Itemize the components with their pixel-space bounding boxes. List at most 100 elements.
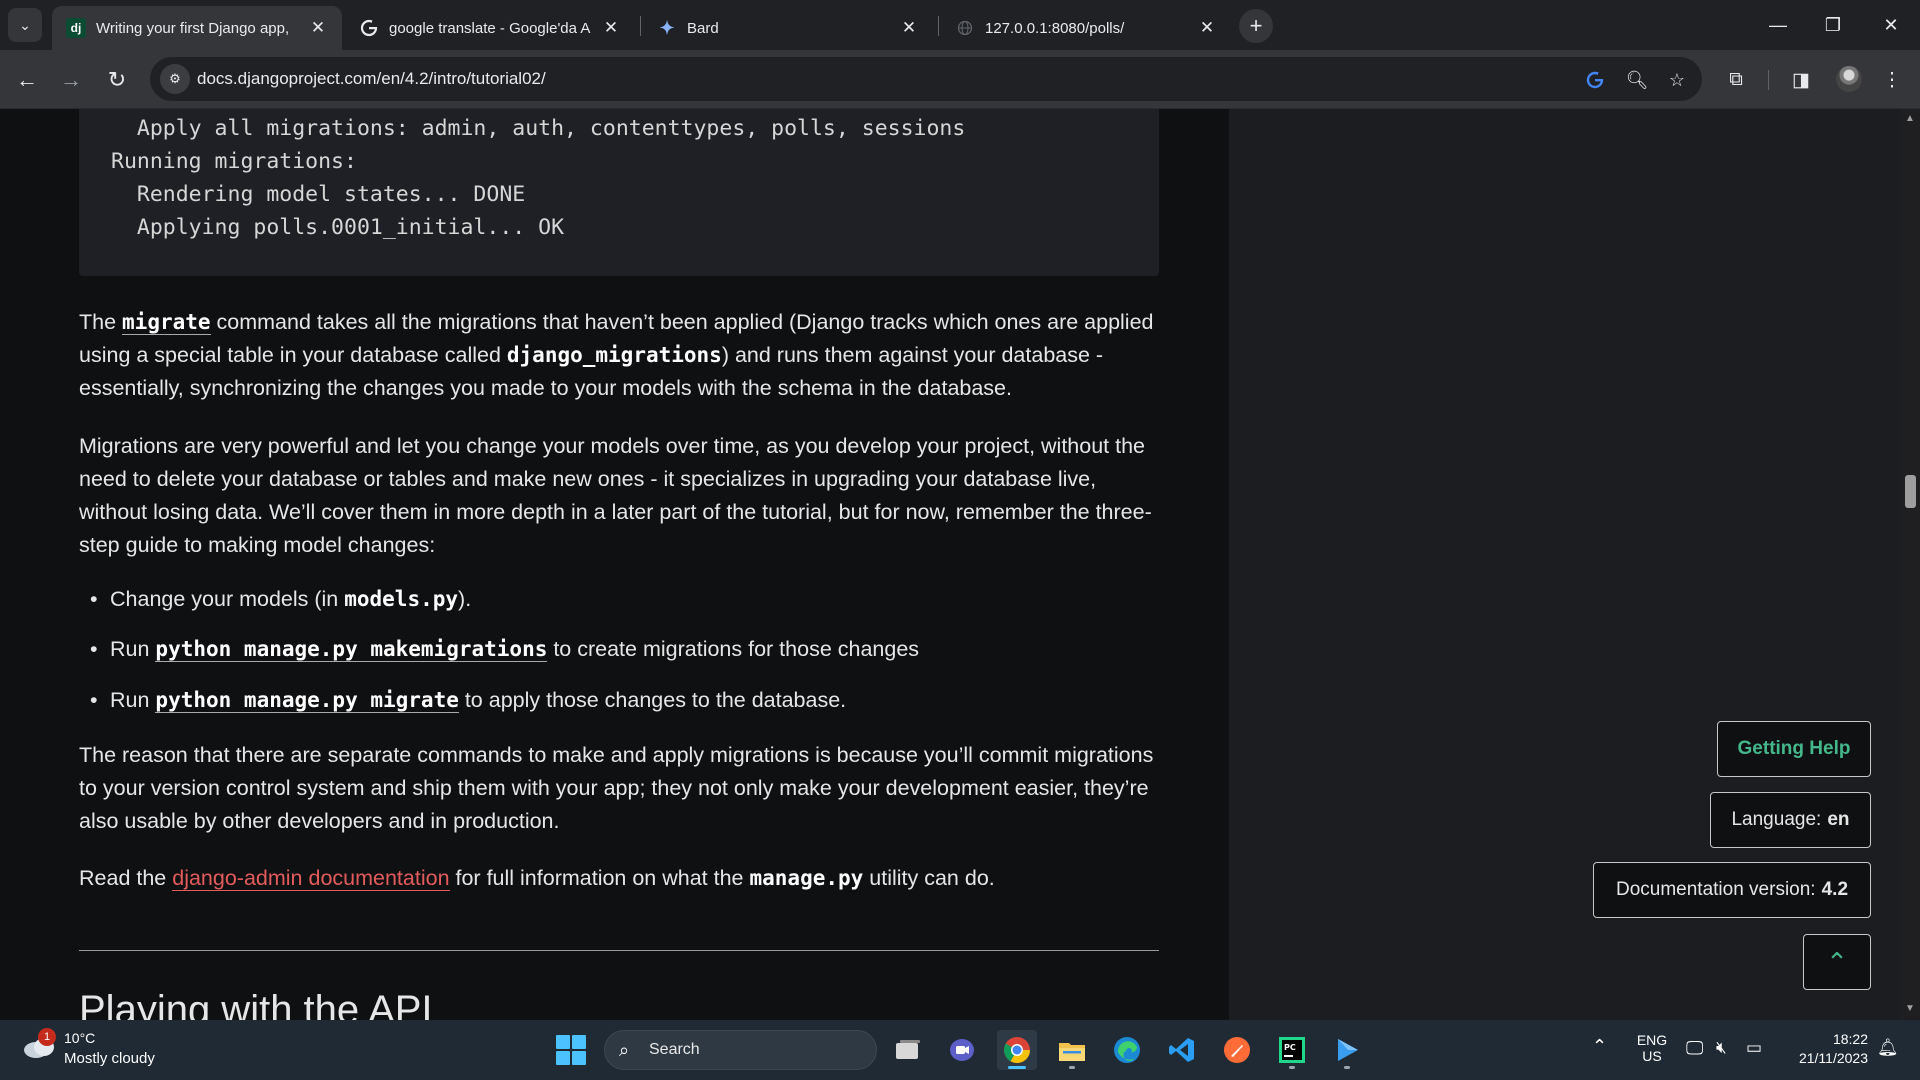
inline-code: models.py [344, 587, 459, 611]
media-player-icon[interactable] [1327, 1030, 1367, 1070]
close-window-button[interactable]: ✕ [1868, 8, 1914, 42]
paragraph-migrate: The migrate command takes all the migrat… [79, 306, 1169, 405]
notification-bell-icon[interactable]: 🔔︎ [1877, 1038, 1899, 1058]
globe-icon [955, 18, 975, 38]
text: Change your models (in [110, 587, 345, 611]
text: utility can do. [863, 866, 995, 890]
tab-polls-local[interactable]: 127.0.0.1:8080/polls/ ✕ [941, 6, 1231, 50]
clock[interactable]: 18:22 21/11/2023 [1784, 1031, 1868, 1066]
active-indicator [1008, 1066, 1026, 1069]
arrow-left-icon: ← [16, 67, 38, 92]
language-button[interactable]: Language: en [1710, 792, 1871, 848]
code-block: Apply all migrations: admin, auth, conte… [79, 109, 1159, 276]
tab-title: Bard [687, 19, 719, 37]
close-tab-icon[interactable]: ✕ [899, 18, 919, 38]
input-language[interactable]: ENG US [1632, 1032, 1672, 1064]
chevron-down-icon: ⌄ [19, 16, 31, 33]
toolbar-divider [1768, 70, 1769, 90]
page-content: Apply all migrations: admin, auth, conte… [0, 109, 1900, 1020]
menu-kebab-icon[interactable]: ⋮ [1876, 64, 1908, 96]
bullet: • [90, 587, 98, 611]
weather-description: Mostly cloudy [64, 1050, 155, 1067]
restore-icon: ❐ [1824, 14, 1842, 35]
network-icon[interactable]: 🖵︎ [1686, 1038, 1703, 1059]
documentation-version-button[interactable]: Documentation version: 4.2 [1593, 862, 1871, 918]
running-indicator [1069, 1066, 1075, 1069]
side-panel-icon[interactable]: ◨ [1785, 64, 1817, 96]
battery-icon[interactable]: ▭ [1746, 1038, 1762, 1058]
tab-separator [938, 16, 939, 36]
django-admin-docs-link[interactable]: django-admin documentation [172, 866, 450, 891]
getting-help-button[interactable]: Getting Help [1717, 721, 1871, 777]
page-scrollbar[interactable]: ▲ ▼ [1900, 109, 1920, 1020]
google-lens-icon[interactable] [1582, 67, 1608, 93]
back-to-top-button[interactable]: ⌃ [1803, 934, 1871, 990]
time: 18:22 [1832, 1031, 1868, 1047]
zoom-icon[interactable]: 🔍︎ [1624, 67, 1650, 93]
running-indicator [1344, 1066, 1350, 1069]
chrome-taskbar-icon[interactable] [997, 1030, 1037, 1070]
close-tab-icon[interactable]: ✕ [1197, 18, 1217, 38]
tab-strip: ⌄ dj Writing your first Django app, ✕ go… [0, 0, 1920, 50]
tab-django-tutorial[interactable]: dj Writing your first Django app, ✕ [52, 6, 342, 50]
minimize-button[interactable]: — [1755, 8, 1801, 42]
region-code: US [1642, 1048, 1662, 1064]
scrollbar-thumb[interactable] [1905, 475, 1916, 508]
back-button[interactable]: ← [9, 62, 45, 98]
volume-muted-icon[interactable]: 🔇︎ [1716, 1038, 1727, 1058]
code-line: Running migrations: [111, 149, 357, 174]
chevron-up-icon: ⌃ [1826, 946, 1848, 977]
taskbar-search[interactable]: ⌕ Search [604, 1030, 877, 1070]
language-value: en [1827, 809, 1850, 830]
site-info-icon[interactable]: ⚙ [160, 64, 190, 94]
notification-badge: 1 [38, 1028, 56, 1046]
tab-title: Writing your first Django app, [96, 19, 290, 37]
getting-help-label: Getting Help [1737, 738, 1851, 759]
restore-button[interactable]: ❐ [1810, 8, 1856, 42]
reload-button[interactable]: ↻ [99, 62, 135, 98]
task-view-icon[interactable] [888, 1030, 928, 1070]
show-hidden-icons-chevron-icon[interactable]: ⌃ [1592, 1036, 1607, 1057]
edge-icon[interactable] [1107, 1030, 1147, 1070]
tab-bard[interactable]: ✦ Bard ✕ [643, 6, 933, 50]
vscode-icon[interactable] [1162, 1030, 1202, 1070]
close-tab-icon[interactable]: ✕ [601, 18, 621, 38]
tab-search-button[interactable]: ⌄ [8, 8, 42, 42]
list-item: • Change your models (in models.py). [90, 587, 471, 612]
address-bar[interactable]: ⚙ docs.djangoproject.com/en/4.2/intro/tu… [150, 57, 1702, 101]
paragraph-separate-commands: The reason that there are separate comma… [79, 743, 1154, 833]
scroll-up-arrow-icon[interactable]: ▲ [1905, 113, 1915, 124]
pycharm-icon[interactable]: PC [1272, 1030, 1312, 1070]
inline-code-link[interactable]: python manage.py makemigrations [155, 637, 548, 662]
text: Read the [79, 866, 173, 890]
code-line: Rendering model states... DONE [111, 182, 526, 207]
bard-sparkle-icon: ✦ [659, 17, 675, 38]
django-favicon-icon: dj [66, 18, 86, 38]
close-tab-icon[interactable]: ✕ [308, 18, 328, 38]
inline-code-link[interactable]: python manage.py migrate [155, 688, 459, 713]
file-explorer-icon[interactable] [1052, 1030, 1092, 1070]
new-tab-button[interactable]: + [1239, 9, 1273, 43]
reload-icon: ↻ [107, 67, 127, 92]
google-favicon-icon [359, 18, 379, 38]
profile-avatar[interactable] [1836, 66, 1862, 92]
windows-start-icon[interactable] [556, 1035, 586, 1065]
docver-label: Documentation version: [1615, 879, 1816, 900]
extensions-icon[interactable]: ⧉ [1720, 64, 1752, 96]
section-heading: Playing with the API [79, 988, 433, 1020]
bookmark-star-icon[interactable]: ☆ [1664, 67, 1690, 93]
weather-temperature: 10°C [64, 1030, 96, 1046]
scroll-down-arrow-icon[interactable]: ▼ [1905, 1003, 1915, 1014]
tab-separator [640, 16, 641, 36]
tab-title: google translate - Google'da A [389, 19, 591, 37]
inline-code: manage.py [749, 866, 864, 890]
url-text[interactable]: docs.djangoproject.com/en/4.2/intro/tuto… [197, 69, 546, 89]
language-label: Language: [1731, 809, 1822, 830]
language-code: ENG [1636, 1032, 1668, 1048]
inline-code-link[interactable]: migrate [122, 310, 211, 335]
forward-button[interactable]: → [53, 62, 89, 98]
teams-chat-icon[interactable] [942, 1030, 982, 1070]
arrow-right-icon: → [60, 67, 82, 92]
postman-icon[interactable] [1217, 1030, 1257, 1070]
tab-google-translate[interactable]: google translate - Google'da A ✕ [345, 6, 635, 50]
